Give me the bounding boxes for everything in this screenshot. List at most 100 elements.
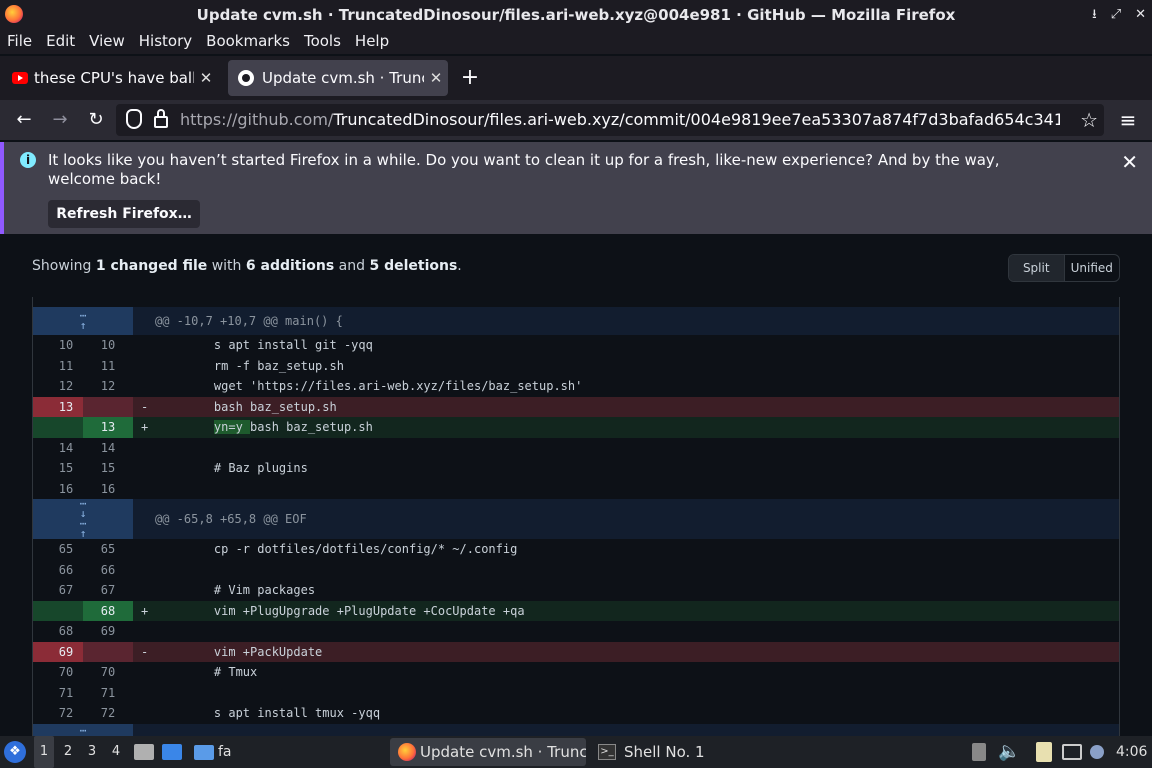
menu-edit[interactable]: Edit <box>39 30 82 54</box>
new-line-number[interactable]: 67 <box>83 580 133 601</box>
old-line-number[interactable]: 16 <box>33 479 83 500</box>
context-line: 68 69 <box>33 621 1119 642</box>
new-line-number[interactable]: 69 <box>83 621 133 642</box>
new-tab-button[interactable]: + <box>458 64 482 92</box>
close-tab-icon[interactable]: ✕ <box>424 69 448 87</box>
workspace-1[interactable]: 1 <box>34 736 54 768</box>
old-line-number[interactable]: 72 <box>33 703 83 724</box>
tab-youtube[interactable]: these CPU's have balls ✕ <box>2 60 218 96</box>
unified-view-button[interactable]: Unified <box>1065 255 1120 281</box>
new-line-number[interactable]: 71 <box>83 683 133 704</box>
workspace-2[interactable]: 2 <box>58 736 78 768</box>
summary-text: and <box>334 258 370 274</box>
old-line-number[interactable]: 11 <box>33 356 83 377</box>
notification-icon[interactable] <box>1090 736 1104 768</box>
new-line-number[interactable]: 66 <box>83 560 133 581</box>
split-view-button[interactable]: Split <box>1009 255 1065 281</box>
deleted-line: 13 - bash baz_setup.sh <box>33 396 1119 417</box>
hunk-lines: 65 65 cp -r dotfiles/dotfiles/config/* ~/… <box>33 539 1119 724</box>
tray-upload-icon[interactable] <box>972 736 986 768</box>
new-line-number[interactable]: 11 <box>83 356 133 377</box>
expand-both-icon[interactable]: ⋯ ↓ ⋯ ↑ <box>33 498 133 539</box>
menu-view[interactable]: View <box>82 30 132 54</box>
navigation-toolbar: ← → ↻ https://github.com/TruncatedDinoso… <box>0 100 1152 140</box>
expand-up-icon[interactable]: ⋯ ↑ <box>33 307 133 335</box>
tab-label: these CPU's have balls <box>34 69 194 87</box>
menu-history[interactable]: History <box>132 30 199 54</box>
hamburger-menu-icon[interactable]: ≡ <box>1116 108 1140 132</box>
new-line-number[interactable]: 12 <box>83 376 133 397</box>
diff-sign <box>133 438 185 459</box>
file-manager-icon[interactable] <box>134 736 154 768</box>
diff-summary: Showing 1 changed file with 6 additions … <box>32 258 462 274</box>
menu-bookmarks[interactable]: Bookmarks <box>199 30 297 54</box>
taskbar-shell-window[interactable]: >_ Shell No. 1 <box>590 738 790 766</box>
new-line-number[interactable]: 68 <box>83 600 133 621</box>
network-icon[interactable] <box>1062 736 1082 768</box>
new-line-number[interactable]: 72 <box>83 703 133 724</box>
old-line-number[interactable]: 68 <box>33 621 83 642</box>
old-line-number[interactable]: 13 <box>33 396 83 417</box>
close-notification-icon[interactable]: ✕ <box>1121 150 1138 174</box>
new-line-number[interactable]: 15 <box>83 458 133 479</box>
old-line-number[interactable]: 67 <box>33 580 83 601</box>
minimize-button[interactable]: ⭳ <box>1092 0 1097 30</box>
page-content: Showing 1 changed file with 6 additions … <box>0 236 1152 736</box>
old-line-number[interactable]: 65 <box>33 539 83 560</box>
deletions-count: 5 deletions <box>369 258 458 274</box>
bookmark-star-icon[interactable]: ☆ <box>1080 108 1098 132</box>
url-text[interactable]: https://github.com/TruncatedDinosour/fil… <box>180 110 1060 129</box>
old-line-number[interactable]: 69 <box>33 641 83 662</box>
old-line-number[interactable] <box>33 600 83 621</box>
desktop-icon[interactable] <box>162 736 182 768</box>
hunk-footer-fill <box>133 723 1119 736</box>
menu-file[interactable]: File <box>0 30 39 54</box>
context-line: 67 67 # Vim packages <box>33 580 1119 601</box>
menu-help[interactable]: Help <box>348 30 396 54</box>
old-line-number[interactable]: 70 <box>33 662 83 683</box>
menu-tools[interactable]: Tools <box>297 30 348 54</box>
diff-sign <box>133 479 185 500</box>
forward-icon[interactable]: → <box>48 108 72 132</box>
old-line-number[interactable]: 12 <box>33 376 83 397</box>
code-text: s apt install git -yqq <box>185 338 373 352</box>
workspace-3[interactable]: 3 <box>82 736 102 768</box>
new-line-number[interactable] <box>83 641 133 662</box>
new-line-number[interactable]: 65 <box>83 539 133 560</box>
old-line-number[interactable]: 14 <box>33 438 83 459</box>
close-window-button[interactable]: ✕ <box>1135 0 1146 30</box>
old-line-number[interactable] <box>33 417 83 438</box>
address-bar[interactable]: https://github.com/TruncatedDinosour/fil… <box>116 104 1104 136</box>
new-line-number[interactable]: 70 <box>83 662 133 683</box>
old-line-number[interactable]: 66 <box>33 560 83 581</box>
old-line-number[interactable]: 15 <box>33 458 83 479</box>
code-text: wget 'https://files.ari-web.xyz/files/ba… <box>185 379 583 393</box>
new-line-number[interactable]: 13 <box>83 417 133 438</box>
code-text: # Baz plugins <box>185 461 308 475</box>
tab-github[interactable]: Update cvm.sh · Trunc ✕ <box>228 60 448 96</box>
maximize-button[interactable]: ⤢ <box>1111 0 1121 30</box>
new-line-number[interactable]: 10 <box>83 335 133 356</box>
new-line-number[interactable]: 14 <box>83 438 133 459</box>
volume-icon[interactable]: 🔈 <box>998 736 1020 768</box>
new-line-number[interactable] <box>83 396 133 417</box>
reload-icon[interactable]: ↻ <box>84 108 108 132</box>
old-line-number[interactable]: 10 <box>33 335 83 356</box>
info-icon: i <box>20 152 36 168</box>
clipboard-icon[interactable] <box>1036 736 1052 768</box>
old-line-number[interactable]: 71 <box>33 683 83 704</box>
close-tab-icon[interactable]: ✕ <box>194 69 218 87</box>
taskbar-firefox-window[interactable]: Update cvm.sh · Trunc… <box>390 738 586 766</box>
back-icon[interactable]: ← <box>12 108 36 132</box>
folder-launcher[interactable]: fa <box>194 736 232 768</box>
refresh-firefox-button[interactable]: Refresh Firefox… <box>48 200 200 228</box>
expand-down-icon[interactable]: ⋯ <box>33 723 133 736</box>
diff-sign: - <box>141 644 149 659</box>
workspace-4[interactable]: 4 <box>106 736 126 768</box>
shield-icon[interactable] <box>126 109 142 129</box>
start-menu-icon[interactable]: ❖ <box>4 736 30 768</box>
additions-count: 6 additions <box>245 258 335 274</box>
new-line-number[interactable]: 16 <box>83 479 133 500</box>
firefox-icon <box>398 743 416 761</box>
